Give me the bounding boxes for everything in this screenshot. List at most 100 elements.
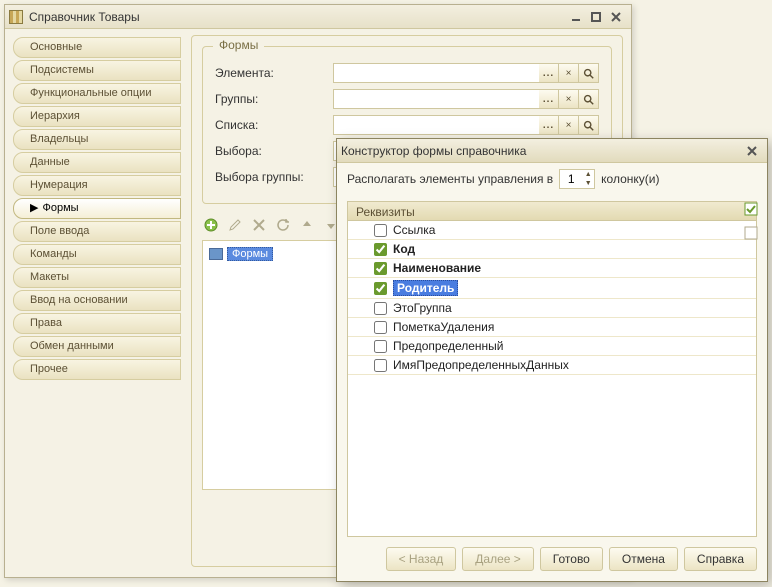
sidebar-item-9[interactable]: Команды [13,244,181,265]
sidebar-item-label: Формы [42,202,78,214]
sidebar-item-label: Обмен данными [30,340,114,352]
form-row-label: Группы: [215,92,325,106]
columns-suffix: колонку(и) [601,172,659,186]
list-item[interactable]: Наименование [348,259,756,278]
magnifier-icon[interactable] [579,89,599,109]
dots-button[interactable]: ... [539,63,559,83]
list-item-label: Ссылка [393,223,435,237]
form-input[interactable] [333,115,539,135]
sidebar-item-8[interactable]: Поле ввода [13,221,181,242]
requisites-list[interactable]: Ссылка Код Наименование Родитель ЭтоГруппа По… [347,221,757,537]
form-input-wrap: ...× [333,63,599,83]
list-item-checkbox[interactable] [374,321,387,334]
sidebar-item-label: Прочее [30,363,68,375]
check-all-icon[interactable] [743,201,761,219]
spinner-arrows[interactable]: ▲ ▼ [582,170,594,188]
sidebar-item-3[interactable]: Иерархия [13,106,181,127]
sidebar-item-2[interactable]: Функциональные опции [13,83,181,104]
spinner-down-icon[interactable]: ▼ [582,179,594,188]
sidebar-item-6[interactable]: Нумерация [13,175,181,196]
dlg-finish-button[interactable]: Готово [540,547,603,571]
columns-input[interactable] [560,172,582,186]
uncheck-all-icon[interactable] [743,225,761,243]
sidebar: Основные Подсистемы Функциональные опции Ие… [13,35,181,567]
app-icon [9,10,23,24]
minimize-button[interactable] [567,9,585,25]
sidebar-item-label: Ввод на основании [30,294,128,306]
sidebar-item-label: Основные [30,41,82,53]
sidebar-item-10[interactable]: Макеты [13,267,181,288]
window-buttons [567,9,625,25]
window-title: Справочник Товары [29,5,561,29]
form-input-wrap: ...× [333,115,599,135]
dialog-close-button[interactable] [743,143,761,159]
list-item[interactable]: Ссылка [348,221,756,240]
dlg-back-button[interactable]: < Назад [386,547,457,571]
sidebar-item-label: Права [30,317,62,329]
sidebar-item-11[interactable]: Ввод на основании [13,290,181,311]
constructor-dialog: Конструктор формы справочника Располагат… [336,138,768,582]
sidebar-item-0[interactable]: Основные [13,37,181,58]
columns-prefix: Располагать элементы управления в [347,172,553,186]
list-item-label: Родитель [393,280,458,296]
close-button[interactable] [607,9,625,25]
dlg-help-button[interactable]: Справка [684,547,757,571]
sidebar-item-1[interactable]: Подсистемы [13,60,181,81]
sidebar-item-label: Подсистемы [30,64,94,76]
list-item-checkbox[interactable] [374,243,387,256]
clear-button[interactable]: × [559,89,579,109]
list-item-checkbox[interactable] [374,359,387,372]
sidebar-item-13[interactable]: Обмен данными [13,336,181,357]
sidebar-item-label: Команды [30,248,77,260]
sidebar-item-4[interactable]: Владельцы [13,129,181,150]
dlg-cancel-button[interactable]: Отмена [609,547,678,571]
edit-icon[interactable] [226,216,244,234]
clear-button[interactable]: × [559,115,579,135]
magnifier-icon[interactable] [579,63,599,83]
maximize-button[interactable] [587,9,605,25]
sidebar-item-7[interactable]: ▶Формы [13,198,181,219]
spinner-up-icon[interactable]: ▲ [582,170,594,179]
list-item-checkbox[interactable] [374,282,387,295]
dialog-side-icons [743,201,761,243]
sidebar-item-14[interactable]: Прочее [13,359,181,380]
move-up-icon[interactable] [298,216,316,234]
list-item-checkbox[interactable] [374,340,387,353]
dialog-footer: < Назад Далее > Готово Отмена Справка [347,547,757,571]
sidebar-item-label: Нумерация [30,179,88,191]
columns-spinner[interactable]: ▲ ▼ [559,169,595,189]
forms-group-legend: Формы [213,38,264,52]
list-item-label: Код [393,242,415,256]
list-item-checkbox[interactable] [374,224,387,237]
list-item-label: ИмяПредопределенныхДанных [393,358,569,372]
list-item[interactable]: ИмяПредопределенныхДанных [348,356,756,375]
dots-button[interactable]: ... [539,115,559,135]
clear-button[interactable]: × [559,63,579,83]
list-item[interactable]: Родитель [348,278,756,299]
form-row-1: Группы:...× [215,89,599,109]
requisites-header: Реквизиты [347,201,757,221]
dialog-title: Конструктор формы справочника [341,139,737,163]
list-item[interactable]: Предопределенный [348,337,756,356]
magnifier-icon[interactable] [579,115,599,135]
list-item-checkbox[interactable] [374,262,387,275]
list-item-checkbox[interactable] [374,302,387,315]
dots-button[interactable]: ... [539,89,559,109]
list-item-label: Предопределенный [393,339,504,353]
list-item[interactable]: Код [348,240,756,259]
dlg-next-button[interactable]: Далее > [462,547,534,571]
refresh-icon[interactable] [274,216,292,234]
list-item[interactable]: ЭтоГруппа [348,299,756,318]
form-input[interactable] [333,89,539,109]
form-row-2: Списка:...× [215,115,599,135]
sidebar-item-5[interactable]: Данные [13,152,181,173]
list-item-label: Наименование [393,261,481,275]
tree-root-label: Формы [227,247,273,261]
sidebar-item-12[interactable]: Права [13,313,181,334]
add-icon[interactable] [202,216,220,234]
list-item[interactable]: ПометкаУдаления [348,318,756,337]
sidebar-item-label: Иерархия [30,110,80,122]
list-item-label: ПометкаУдаления [393,320,494,334]
form-input[interactable] [333,63,539,83]
delete-icon[interactable] [250,216,268,234]
